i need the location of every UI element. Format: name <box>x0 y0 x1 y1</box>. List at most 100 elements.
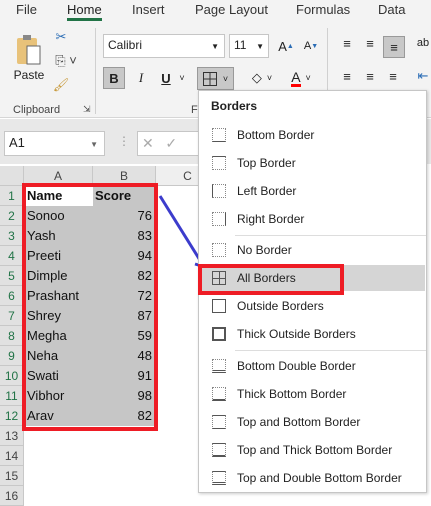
underline-dropdown-icon[interactable]: ˅ <box>176 67 188 89</box>
menu-item-label: Top Border <box>237 156 296 170</box>
menu-title: Borders <box>211 99 258 113</box>
no-border-icon <box>212 243 226 257</box>
bold-button[interactable]: B <box>103 67 125 89</box>
row-header[interactable]: 15 <box>0 466 24 486</box>
menu-separator <box>235 350 426 351</box>
menu-item-top-and-double-bottom-border[interactable]: Top and Double Bottom Border <box>200 465 425 491</box>
menu-item-left-border[interactable]: Left Border <box>200 178 425 204</box>
orientation-icon[interactable]: ab <box>415 34 431 52</box>
select-all-corner[interactable] <box>0 166 24 186</box>
thick-bottom-border-icon <box>212 387 226 401</box>
decrease-indent-icon[interactable]: ⇤ <box>415 67 431 85</box>
menu-item-thick-bottom-border[interactable]: Thick Bottom Border <box>200 381 425 407</box>
format-painter-icon[interactable]: 🖌 <box>52 76 70 94</box>
row-header[interactable]: 13 <box>0 426 24 446</box>
right-border-icon <box>212 212 226 226</box>
bottom-border-icon <box>212 128 226 142</box>
align-bottom-icon[interactable]: ≡ <box>383 36 405 58</box>
font-size-select[interactable]: 11 ▼ <box>229 34 269 58</box>
row-header[interactable]: 3 <box>0 226 24 246</box>
increase-font-size-icon[interactable]: A ▲ <box>276 36 296 56</box>
enter-icon[interactable]: ✓ <box>165 135 177 151</box>
row-header[interactable]: 11 <box>0 386 24 406</box>
menu-item-label: Left Border <box>237 184 297 198</box>
menu-item-no-border[interactable]: No Border <box>200 237 425 263</box>
align-middle-icon[interactable]: ≡ <box>361 34 379 52</box>
chevron-down-icon: ▼ <box>90 140 98 149</box>
tab-formulas[interactable]: Formulas <box>296 2 350 17</box>
font-color-button[interactable]: A ˅ <box>284 67 318 89</box>
menu-item-top-and-thick-bottom-border[interactable]: Top and Thick Bottom Border <box>200 437 425 463</box>
annotation-highlight-range <box>22 183 158 431</box>
menu-item-outside-borders[interactable]: Outside Borders <box>200 293 425 319</box>
menu-item-thick-outside-borders[interactable]: Thick Outside Borders <box>200 321 425 347</box>
row-header[interactable]: 8 <box>0 326 24 346</box>
align-center-icon[interactable]: ≡ <box>361 67 379 85</box>
row-header[interactable]: 6 <box>0 286 24 306</box>
row-header[interactable]: 7 <box>0 306 24 326</box>
menu-item-label: Top and Thick Bottom Border <box>237 443 393 457</box>
menu-item-right-border[interactable]: Right Border <box>200 206 425 232</box>
font-group-label: F <box>191 104 198 116</box>
menu-item-label: Top and Bottom Border <box>237 415 361 429</box>
paste-icon <box>17 35 41 65</box>
cancel-icon[interactable]: ✕ <box>142 135 154 151</box>
underline-button[interactable]: U <box>155 67 177 89</box>
menu-item-top-border[interactable]: Top Border <box>200 150 425 176</box>
font-name-value: Calibri <box>108 38 143 52</box>
tab-file[interactable]: File <box>16 2 37 17</box>
name-box[interactable]: A1 ▼ <box>4 131 105 156</box>
copy-icon[interactable]: ⎘ ˅ <box>52 52 80 70</box>
menu-item-label: Thick Outside Borders <box>237 327 356 341</box>
menu-item-bottom-double-border[interactable]: Bottom Double Border <box>200 353 425 379</box>
menu-item-label: Right Border <box>237 212 305 226</box>
tab-insert[interactable]: Insert <box>132 2 165 17</box>
clipboard-group-label: Clipboard <box>13 104 61 116</box>
row-header[interactable]: 9 <box>0 346 24 366</box>
bottom-double-border-icon <box>212 359 226 373</box>
paste-button[interactable]: Paste <box>12 30 46 86</box>
row-header[interactable]: 4 <box>0 246 24 266</box>
menu-item-label: Bottom Border <box>237 128 315 142</box>
align-top-icon[interactable]: ≡ <box>338 34 356 52</box>
top-border-icon <box>212 156 226 170</box>
decrease-font-size-icon[interactable]: A ▼ <box>301 36 321 56</box>
menu-separator <box>235 235 426 236</box>
menu-item-label: No Border <box>237 243 292 257</box>
tab-home[interactable]: Home <box>67 2 102 21</box>
row-header[interactable]: 16 <box>0 486 24 506</box>
italic-button[interactable]: I <box>130 67 152 89</box>
formula-buttons: ✕ ✓ <box>137 131 207 156</box>
align-right-icon[interactable]: ≡ <box>384 67 402 85</box>
row-header[interactable]: 1 <box>0 186 24 206</box>
divider <box>95 28 96 114</box>
fill-color-button[interactable]: ◇ ˅ <box>245 67 279 89</box>
align-left-icon[interactable]: ≡ <box>338 67 356 85</box>
all-borders-icon <box>202 71 217 86</box>
cut-icon[interactable]: ✂ <box>52 28 70 46</box>
row-header[interactable]: 2 <box>0 206 24 226</box>
borders-button[interactable]: ˅ <box>197 67 234 90</box>
paste-label: Paste <box>13 68 45 82</box>
dialog-launcher-icon[interactable]: ⇲ <box>83 104 91 115</box>
left-border-icon <box>212 184 226 198</box>
chevron-down-icon: ▼ <box>211 42 219 51</box>
chevron-down-icon: ˅ <box>222 73 229 84</box>
menu-item-label: Top and Double Bottom Border <box>237 471 402 485</box>
menu-item-label: Thick Bottom Border <box>237 387 347 401</box>
row-header[interactable]: 5 <box>0 266 24 286</box>
menu-item-bottom-border[interactable]: Bottom Border <box>200 122 425 148</box>
thick-outside-borders-icon <box>212 327 226 341</box>
menu-item-label: Bottom Double Border <box>237 359 356 373</box>
font-name-select[interactable]: Calibri ▼ <box>103 34 225 58</box>
tab-page-layout[interactable]: Page Layout <box>195 2 268 17</box>
font-size-value: 11 <box>234 38 247 52</box>
menu-item-top-and-bottom-border[interactable]: Top and Bottom Border <box>200 409 425 435</box>
tab-data[interactable]: Data <box>378 2 405 17</box>
row-header[interactable]: 14 <box>0 446 24 466</box>
annotation-highlight-option <box>198 264 344 295</box>
row-header[interactable]: 12 <box>0 406 24 426</box>
chevron-down-icon: ▼ <box>256 42 264 51</box>
row-header[interactable]: 10 <box>0 366 24 386</box>
top-bottom-border-icon <box>212 415 226 429</box>
